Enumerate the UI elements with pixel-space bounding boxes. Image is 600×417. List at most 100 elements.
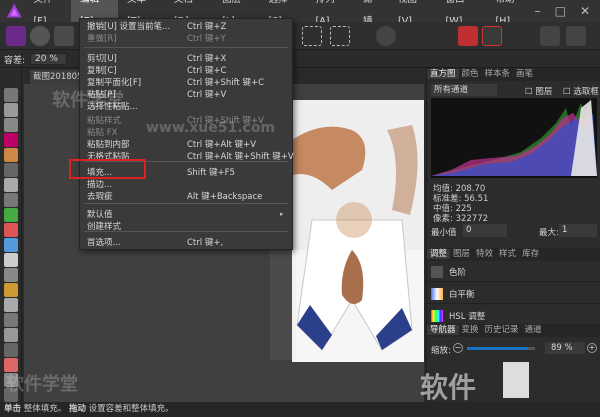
tool-icon[interactable] bbox=[4, 118, 18, 132]
white-balance-label: 白平衡 bbox=[449, 290, 475, 300]
tab-navigator[interactable]: 导航器 bbox=[427, 325, 459, 335]
tab-transform[interactable]: 变换 bbox=[459, 325, 482, 335]
tab-channels[interactable]: 通道 bbox=[522, 325, 545, 335]
levels-icon bbox=[431, 266, 443, 278]
tab-styles[interactable]: 样式 bbox=[496, 249, 519, 259]
tab-color[interactable]: 颜色 bbox=[459, 69, 482, 79]
edit-menu-item-shortcut: Ctrl 键+C bbox=[187, 66, 227, 76]
pixels-value: 322772 bbox=[455, 214, 489, 224]
layer-checkbox[interactable]: ☐ 图层 bbox=[525, 85, 552, 97]
tolerance-label: 容差: bbox=[4, 56, 26, 66]
edit-menu-item[interactable]: 撤销[U] 设置当前笔... Ctrl 键+Z bbox=[80, 21, 292, 33]
adjustment-white-balance[interactable]: 白平衡 bbox=[427, 284, 600, 304]
tool-icon[interactable] bbox=[4, 283, 18, 297]
tool-icon[interactable] bbox=[4, 208, 18, 222]
maximize-icon[interactable]: □ bbox=[555, 4, 566, 18]
color-swap-icon[interactable] bbox=[458, 26, 478, 46]
edit-menu-item[interactable]: 重做[R] Ctrl 键+Y bbox=[80, 33, 292, 45]
navigator-tabs: 导航器 变换 历史记录 通道 bbox=[427, 324, 600, 337]
marquee-checkbox[interactable]: ☐ 选取框 bbox=[563, 85, 599, 97]
edit-menu-item-label: 撤销[U] 设置当前笔... bbox=[87, 22, 171, 32]
selection-icon[interactable] bbox=[330, 26, 350, 46]
status-prefix: 单击 bbox=[4, 404, 22, 414]
max-label: 最大: bbox=[539, 228, 559, 238]
zoom-input[interactable]: 89 % bbox=[545, 342, 585, 354]
zoom-out-icon[interactable]: − bbox=[453, 343, 463, 353]
tab-brushes[interactable]: 画笔 bbox=[513, 69, 536, 79]
window-controls: – □ ✕ bbox=[535, 4, 600, 18]
edit-menu-item-shortcut: Ctrl 键+, bbox=[187, 238, 224, 248]
edit-menu-item-shortcut: Ctrl 键+Z bbox=[187, 22, 227, 32]
tool-icon[interactable] bbox=[4, 163, 18, 177]
tool-icon[interactable] bbox=[4, 238, 18, 252]
tool-icon[interactable] bbox=[4, 178, 18, 192]
tab-swatches[interactable]: 样本条 bbox=[482, 69, 514, 79]
pixels-label: 像素: bbox=[433, 214, 453, 224]
edit-menu-item-shortcut: Alt 键+Backspace bbox=[187, 192, 263, 202]
edit-menu-item-shortcut: Shift 键+F5 bbox=[187, 168, 235, 178]
watermark-url: www.xue51.com bbox=[146, 120, 276, 136]
tool-icon[interactable] bbox=[4, 223, 18, 237]
adjustment-tabs: 调整 图层 特效 样式 库存 bbox=[427, 248, 600, 261]
tool-icon[interactable] bbox=[4, 343, 18, 357]
develop-persona-icon[interactable] bbox=[54, 26, 74, 46]
tab-history[interactable]: 历史记录 bbox=[482, 325, 522, 335]
settings-icon[interactable] bbox=[566, 26, 586, 46]
tab-histogram[interactable]: 直方图 bbox=[427, 69, 459, 79]
tool-icon[interactable] bbox=[4, 148, 18, 162]
tab-stock[interactable]: 库存 bbox=[519, 249, 542, 259]
tab-effects[interactable]: 特效 bbox=[473, 249, 496, 259]
affinity-logo-icon bbox=[6, 3, 22, 18]
max-input[interactable]: 1 bbox=[559, 224, 597, 237]
edit-menu-item-label: 复制[C] bbox=[87, 66, 117, 76]
zoom-in-icon[interactable]: + bbox=[587, 343, 597, 353]
assistant-icon[interactable] bbox=[540, 26, 560, 46]
watermark-text: 软件学堂 bbox=[52, 90, 124, 111]
edit-menu-item-shortcut: Ctrl 键+Y bbox=[187, 34, 226, 44]
tool-icon[interactable] bbox=[4, 253, 18, 267]
tool-icon[interactable] bbox=[4, 268, 18, 282]
tab-adjustments[interactable]: 调整 bbox=[427, 249, 451, 259]
min-input[interactable]: 0 bbox=[463, 224, 507, 237]
menu-separator bbox=[84, 47, 288, 48]
edit-menu-item[interactable]: 描边... bbox=[80, 179, 292, 191]
histogram-tabs: 直方图 颜色 样本条 画笔 bbox=[427, 68, 600, 81]
minimize-icon[interactable]: – bbox=[535, 4, 541, 18]
tolerance-input[interactable]: 20 % bbox=[30, 53, 67, 65]
channel-select[interactable]: 所有通道 bbox=[431, 84, 497, 96]
edit-menu-item-label: 剪切[U] bbox=[87, 54, 117, 64]
snapping-icon[interactable] bbox=[482, 26, 502, 46]
tool-icon[interactable] bbox=[4, 313, 18, 327]
edit-menu-item[interactable]: 首选项... Ctrl 键+, bbox=[80, 237, 292, 249]
photo-persona-icon[interactable] bbox=[6, 26, 26, 46]
adjustment-hsl[interactable]: HSL 调整 bbox=[427, 306, 600, 326]
status-mode: 拖动 bbox=[68, 404, 86, 414]
edit-menu-item[interactable]: 复制[C] Ctrl 键+C bbox=[80, 65, 292, 77]
edit-menu-item-label: 描边... bbox=[87, 180, 113, 190]
edit-menu-item[interactable]: 默认值 bbox=[80, 209, 292, 221]
right-panel: 直方图 颜色 样本条 画笔 所有通道 ☐ 图层 ☐ 选取框 均值: 208.70 标准… bbox=[426, 68, 600, 402]
navigator-thumbnail[interactable] bbox=[503, 362, 529, 398]
tab-layers[interactable]: 图层 bbox=[450, 249, 473, 259]
marquee-icon[interactable] bbox=[302, 26, 322, 46]
zoom-label: 缩放: bbox=[431, 346, 451, 356]
liquify-persona-icon[interactable] bbox=[30, 26, 50, 46]
edit-menu-item[interactable]: 粘贴到内部 Ctrl 键+Alt 键+V bbox=[80, 139, 292, 151]
tool-icon[interactable] bbox=[4, 88, 18, 102]
adjustment-levels[interactable]: 色阶 bbox=[427, 262, 600, 282]
tools-panel bbox=[0, 68, 22, 402]
watermark-brand: 软件 bbox=[420, 371, 477, 404]
tool-icon[interactable] bbox=[4, 298, 18, 312]
tool-icon[interactable] bbox=[4, 103, 18, 117]
tool-icon[interactable] bbox=[4, 133, 18, 147]
canvas-photo[interactable] bbox=[292, 100, 424, 362]
tool-icon[interactable] bbox=[4, 193, 18, 207]
edit-menu-item[interactable]: 去瑕疵 Alt 键+Backspace bbox=[80, 191, 292, 203]
tool-icon[interactable] bbox=[4, 328, 18, 342]
edit-menu-item-label: 重做[R] bbox=[87, 34, 117, 44]
close-icon[interactable]: ✕ bbox=[580, 4, 590, 18]
zoom-slider[interactable] bbox=[467, 347, 535, 350]
edit-menu-item[interactable]: 剪切[U] Ctrl 键+X bbox=[80, 53, 292, 65]
brush-icon[interactable] bbox=[376, 26, 396, 46]
hsl-label: HSL 调整 bbox=[449, 312, 486, 322]
